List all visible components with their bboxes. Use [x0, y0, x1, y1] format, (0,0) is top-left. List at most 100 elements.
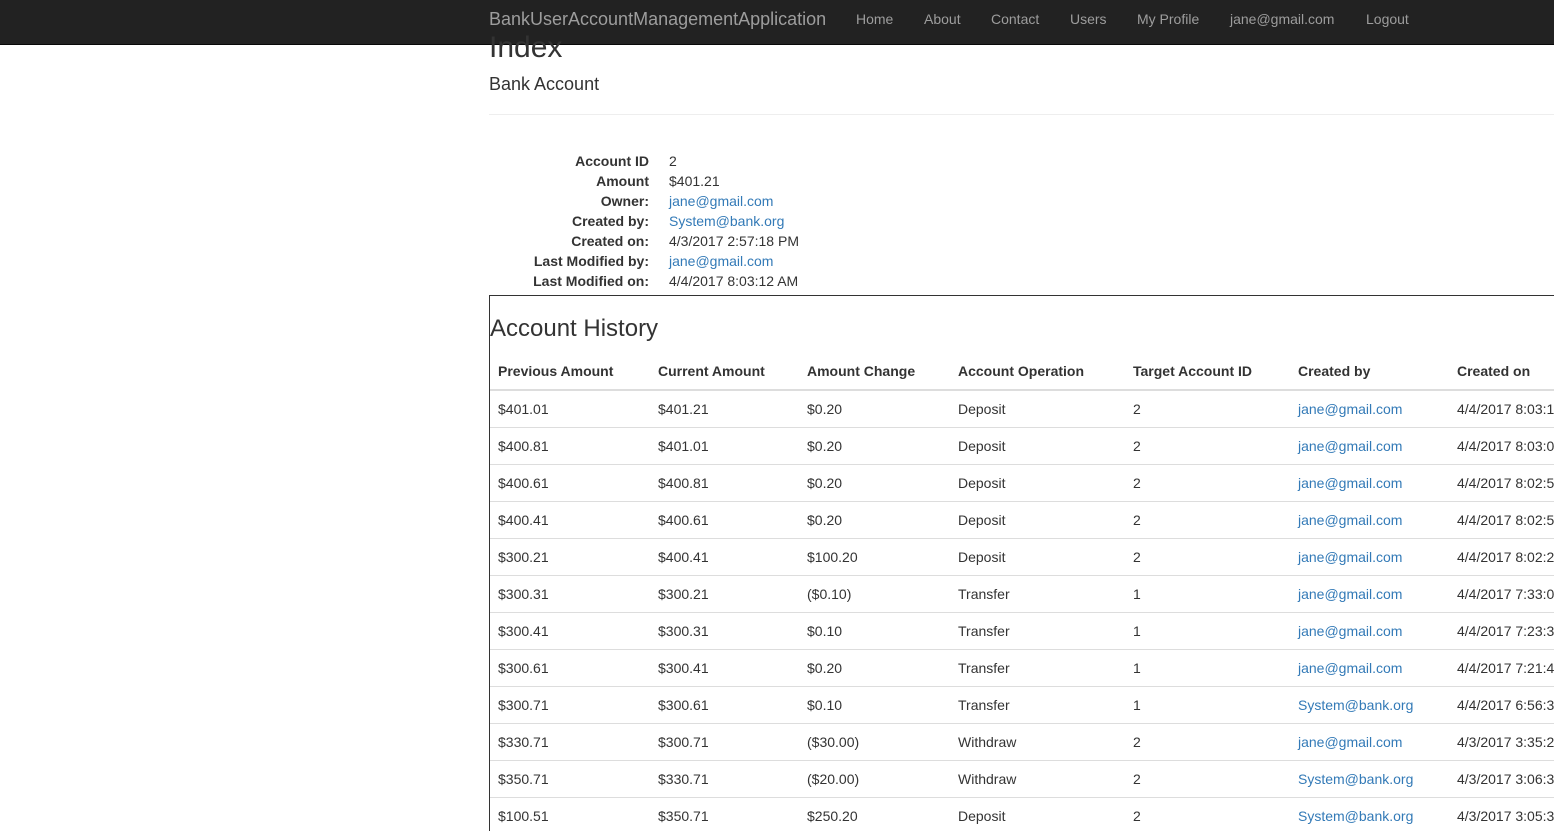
- amount-value: $401.21: [669, 171, 720, 191]
- target-account-id-cell: 2: [1125, 761, 1290, 798]
- created-by-cell: System@bank.org: [1290, 761, 1449, 798]
- created-by-cell: System@bank.org: [1290, 798, 1449, 831]
- current-amount-cell: $401.01: [650, 428, 799, 465]
- last-modified-by-link[interactable]: jane@gmail.com: [669, 253, 773, 269]
- current-amount-cell: $300.61: [650, 687, 799, 724]
- created-by-link[interactable]: System@bank.org: [669, 213, 784, 229]
- account-history-title: Account History: [490, 315, 658, 343]
- created-on-value: 4/3/2017 2:57:18 PM: [669, 231, 799, 251]
- created-on-cell: 4/4/2017 8:03:1: [1449, 390, 1554, 428]
- account-operation-cell: Deposit: [950, 428, 1125, 465]
- column-header-amount-change: Amount Change: [799, 353, 950, 390]
- amount-change-cell: ($30.00): [799, 724, 950, 761]
- created-by-cell: System@bank.org: [1290, 687, 1449, 724]
- amount-change-cell: ($0.10): [799, 576, 950, 613]
- previous-amount-cell: $300.61: [490, 650, 650, 687]
- amount-change-cell: $0.20: [799, 428, 950, 465]
- created-by-link[interactable]: jane@gmail.com: [1298, 660, 1402, 676]
- table-row: $100.51$350.71$250.20Deposit2System@bank…: [490, 798, 1554, 831]
- current-amount-cell: $400.61: [650, 502, 799, 539]
- target-account-id-cell: 1: [1125, 576, 1290, 613]
- created-on-cell: 4/4/2017 8:02:5: [1449, 502, 1554, 539]
- account-operation-cell: Withdraw: [950, 724, 1125, 761]
- brand-link[interactable]: BankUserAccountManagementApplication: [489, 9, 826, 29]
- detail-row-account-id: Account ID 2: [489, 151, 1089, 171]
- previous-amount-cell: $300.21: [490, 539, 650, 576]
- table-row: $401.01$401.21$0.20Deposit2jane@gmail.co…: [490, 390, 1554, 428]
- created-by-cell: jane@gmail.com: [1290, 613, 1449, 650]
- target-account-id-cell: 2: [1125, 390, 1290, 428]
- created-by-link[interactable]: jane@gmail.com: [1298, 586, 1402, 602]
- owner-cell: jane@gmail.com: [669, 191, 773, 211]
- account-id-label: Account ID: [575, 151, 649, 171]
- target-account-id-cell: 2: [1125, 539, 1290, 576]
- table-row: $300.21$400.41$100.20Deposit2jane@gmail.…: [490, 539, 1554, 576]
- last-modified-on-value: 4/4/2017 8:03:12 AM: [669, 271, 798, 291]
- previous-amount-cell: $350.71: [490, 761, 650, 798]
- current-amount-cell: $401.21: [650, 390, 799, 428]
- account-operation-cell: Transfer: [950, 613, 1125, 650]
- amount-change-cell: $0.20: [799, 650, 950, 687]
- created-by-link[interactable]: jane@gmail.com: [1298, 475, 1402, 491]
- nav-logout-link[interactable]: Logout: [1366, 11, 1409, 27]
- account-details: Account ID 2 Amount $401.21 Owner: jane@…: [489, 151, 1089, 291]
- created-by-cell: jane@gmail.com: [1290, 650, 1449, 687]
- table-row: $300.61$300.41$0.20Transfer1jane@gmail.c…: [490, 650, 1554, 687]
- created-on-cell: 4/4/2017 6:56:3: [1449, 687, 1554, 724]
- previous-amount-cell: $330.71: [490, 724, 650, 761]
- column-header-target-account-id: Target Account ID: [1125, 353, 1290, 390]
- account-operation-cell: Withdraw: [950, 761, 1125, 798]
- created-on-label: Created on:: [571, 231, 649, 251]
- current-amount-cell: $300.31: [650, 613, 799, 650]
- created-by-link[interactable]: jane@gmail.com: [1298, 438, 1402, 454]
- target-account-id-cell: 2: [1125, 798, 1290, 831]
- created-by-link[interactable]: jane@gmail.com: [1298, 512, 1402, 528]
- account-history-panel: Account History Previous Amount Current …: [489, 295, 1554, 831]
- created-by-link[interactable]: jane@gmail.com: [1298, 549, 1402, 565]
- page-subtitle: Bank Account: [489, 73, 599, 95]
- detail-row-last-modified-by: Last Modified by: jane@gmail.com: [489, 251, 1089, 271]
- target-account-id-cell: 2: [1125, 428, 1290, 465]
- amount-change-cell: $100.20: [799, 539, 950, 576]
- nav-user-email-link[interactable]: jane@gmail.com: [1230, 11, 1334, 27]
- divider: [489, 114, 1554, 115]
- account-id-value: 2: [669, 151, 677, 171]
- table-row: $300.31$300.21($0.10)Transfer1jane@gmail…: [490, 576, 1554, 613]
- amount-change-cell: $0.10: [799, 613, 950, 650]
- table-row: $300.71$300.61$0.10Transfer1System@bank.…: [490, 687, 1554, 724]
- top-navbar: BankUserAccountManagementApplication Hom…: [0, 0, 1554, 45]
- current-amount-cell: $330.71: [650, 761, 799, 798]
- nav-users-link[interactable]: Users: [1070, 11, 1107, 27]
- detail-row-created-on: Created on: 4/3/2017 2:57:18 PM: [489, 231, 1089, 251]
- owner-link[interactable]: jane@gmail.com: [669, 193, 773, 209]
- account-operation-cell: Deposit: [950, 798, 1125, 831]
- previous-amount-cell: $400.81: [490, 428, 650, 465]
- created-by-cell: jane@gmail.com: [1290, 576, 1449, 613]
- table-row: $400.61$400.81$0.20Deposit2jane@gmail.co…: [490, 465, 1554, 502]
- created-by-link[interactable]: System@bank.org: [1298, 771, 1413, 787]
- last-modified-on-label: Last Modified on:: [533, 271, 649, 291]
- column-header-created-on: Created on: [1449, 353, 1554, 390]
- created-on-cell: 4/3/2017 3:06:3: [1449, 761, 1554, 798]
- created-on-cell: 4/3/2017 3:35:2: [1449, 724, 1554, 761]
- previous-amount-cell: $401.01: [490, 390, 650, 428]
- previous-amount-cell: $400.41: [490, 502, 650, 539]
- created-on-cell: 4/4/2017 7:33:0: [1449, 576, 1554, 613]
- account-operation-cell: Deposit: [950, 539, 1125, 576]
- column-header-account-operation: Account Operation: [950, 353, 1125, 390]
- nav-contact-link[interactable]: Contact: [991, 11, 1039, 27]
- account-history-body: $401.01$401.21$0.20Deposit2jane@gmail.co…: [490, 390, 1554, 831]
- created-by-cell: jane@gmail.com: [1290, 390, 1449, 428]
- created-by-link[interactable]: jane@gmail.com: [1298, 734, 1402, 750]
- created-by-link[interactable]: System@bank.org: [1298, 808, 1413, 824]
- created-by-link[interactable]: jane@gmail.com: [1298, 401, 1402, 417]
- nav-about-link[interactable]: About: [924, 11, 961, 27]
- nav-home-link[interactable]: Home: [856, 11, 893, 27]
- created-by-link[interactable]: jane@gmail.com: [1298, 623, 1402, 639]
- nav-my-profile-link[interactable]: My Profile: [1137, 11, 1199, 27]
- table-row: $330.71$300.71($30.00)Withdraw2jane@gmai…: [490, 724, 1554, 761]
- target-account-id-cell: 2: [1125, 465, 1290, 502]
- account-operation-cell: Transfer: [950, 576, 1125, 613]
- created-by-link[interactable]: System@bank.org: [1298, 697, 1413, 713]
- previous-amount-cell: $300.41: [490, 613, 650, 650]
